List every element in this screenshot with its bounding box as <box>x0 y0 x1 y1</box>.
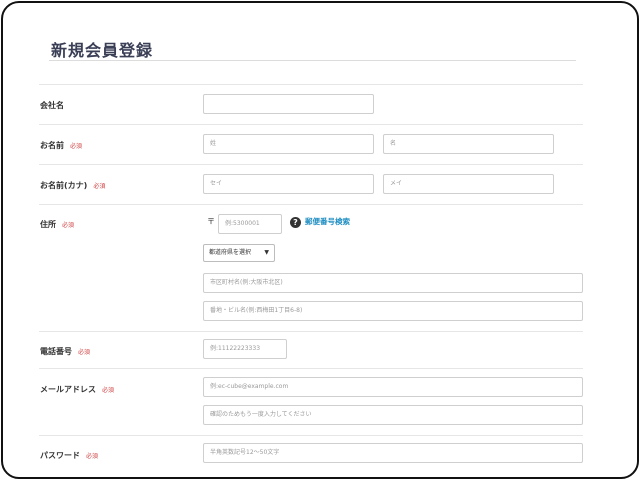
first-name-input[interactable]: 名 <box>383 134 554 154</box>
page-title: 新規会員登録 <box>51 41 154 60</box>
last-name-kana-input[interactable]: セイ <box>203 174 374 194</box>
first-name-kana-input[interactable]: メイ <box>383 174 554 194</box>
phone-input[interactable]: 例:11122223333 <box>203 339 287 359</box>
row-divider <box>39 435 583 436</box>
row-divider <box>39 124 583 125</box>
required-badge: 必須 <box>102 387 115 394</box>
postal-code-input[interactable]: 例:5300001 <box>218 214 282 234</box>
email-input[interactable]: 例:ec-cube@example.com <box>203 377 583 397</box>
city-input[interactable]: 市区町村名(例:大阪市北区) <box>203 273 583 293</box>
title-divider <box>49 60 576 61</box>
company-label: 会社名 <box>40 101 64 110</box>
street-input[interactable]: 番地・ビル名(例:西梅田1丁目6-8) <box>203 301 583 321</box>
row-divider <box>39 204 583 205</box>
company-input[interactable] <box>203 94 374 114</box>
email-label: メールアドレス 必須 <box>40 385 115 394</box>
required-badge: 必須 <box>62 222 75 229</box>
page-frame: 新規会員登録 会社名 お名前 必須 姓 名 お名前(カナ) 必須 セイ メイ 住所必… <box>1 1 639 479</box>
prefecture-select[interactable]: 都道府県を選択 ▼ <box>203 244 275 262</box>
postal-search-link[interactable]: 郵便番号検索 <box>305 216 350 227</box>
last-name-input[interactable]: 姓 <box>203 134 374 154</box>
row-divider <box>39 84 583 85</box>
postal-mark: 〒 <box>207 217 215 226</box>
phone-label: 電話番号 必須 <box>40 347 91 356</box>
name-kana-label: お名前(カナ) 必須 <box>40 181 106 190</box>
prefecture-selected-value: 都道府県を選択 <box>209 249 252 256</box>
name-label: お名前 必須 <box>40 141 83 150</box>
password-input[interactable]: 半角英数記号12〜50文字 <box>203 443 583 463</box>
required-badge: 必須 <box>70 143 83 150</box>
row-divider <box>39 331 583 332</box>
help-icon[interactable]: ? <box>290 217 301 228</box>
email-confirm-input[interactable]: 確認のためもう一度入力してください <box>203 405 583 425</box>
password-label: パスワード 必須 <box>40 451 99 460</box>
row-divider <box>39 368 583 369</box>
address-label: 住所 必須 <box>40 220 75 229</box>
chevron-down-icon: ▼ <box>264 249 269 256</box>
required-badge: 必須 <box>78 349 91 356</box>
required-badge: 必須 <box>93 183 106 190</box>
row-divider <box>39 164 583 165</box>
required-badge: 必須 <box>86 453 99 460</box>
